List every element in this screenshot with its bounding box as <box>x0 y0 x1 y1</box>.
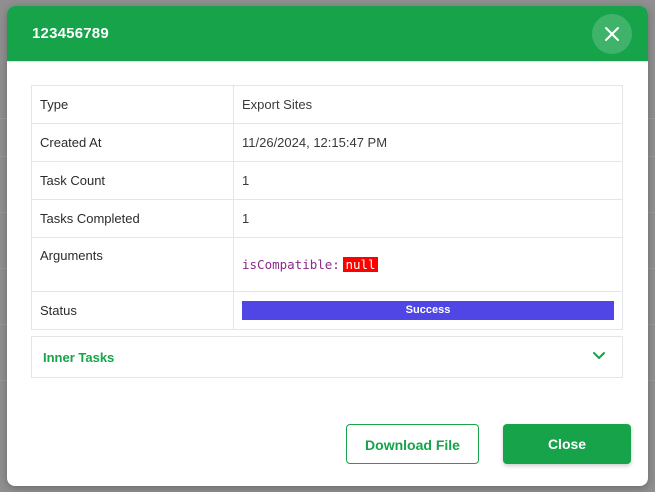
status-label: Status <box>31 291 234 330</box>
task-count-label: Task Count <box>31 161 234 200</box>
modal-header: 123456789 <box>7 6 648 62</box>
type-value: Export Sites <box>233 85 623 124</box>
tasks-completed-label: Tasks Completed <box>31 199 234 238</box>
created-at-value: 11/26/2024, 12:15:47 PM <box>233 123 623 162</box>
status-badge: Success <box>242 301 614 320</box>
task-count-value: 1 <box>233 161 623 200</box>
tasks-completed-value: 1 <box>233 199 623 238</box>
status-cell: Success <box>233 291 623 330</box>
close-button[interactable]: Close <box>503 424 631 464</box>
table-row: Tasks Completed 1 <box>31 199 623 238</box>
arguments-label: Arguments <box>31 237 234 292</box>
argument-null-value: null <box>343 257 378 272</box>
table-row: Task Count 1 <box>31 161 623 200</box>
inner-tasks-accordion[interactable]: Inner Tasks <box>31 336 623 378</box>
modal-title: 123456789 <box>32 25 109 42</box>
inner-tasks-label: Inner Tasks <box>43 350 115 365</box>
close-modal-button[interactable] <box>592 14 632 54</box>
table-row: Created At 11/26/2024, 12:15:47 PM <box>31 123 623 162</box>
created-at-label: Created At <box>31 123 234 162</box>
table-row: Status Success <box>31 291 623 330</box>
task-details-modal: 123456789 Type Export Sites Created At 1… <box>7 6 648 486</box>
table-row: Type Export Sites <box>31 85 623 124</box>
details-table: Type Export Sites Created At 11/26/2024,… <box>31 85 623 330</box>
close-icon <box>605 27 619 41</box>
table-row: Arguments isCompatible: null <box>31 237 623 292</box>
argument-key: isCompatible: <box>242 257 340 272</box>
download-file-button[interactable]: Download File <box>346 424 479 464</box>
arguments-value: isCompatible: null <box>233 237 623 292</box>
chevron-down-icon <box>593 352 605 359</box>
type-label: Type <box>31 85 234 124</box>
